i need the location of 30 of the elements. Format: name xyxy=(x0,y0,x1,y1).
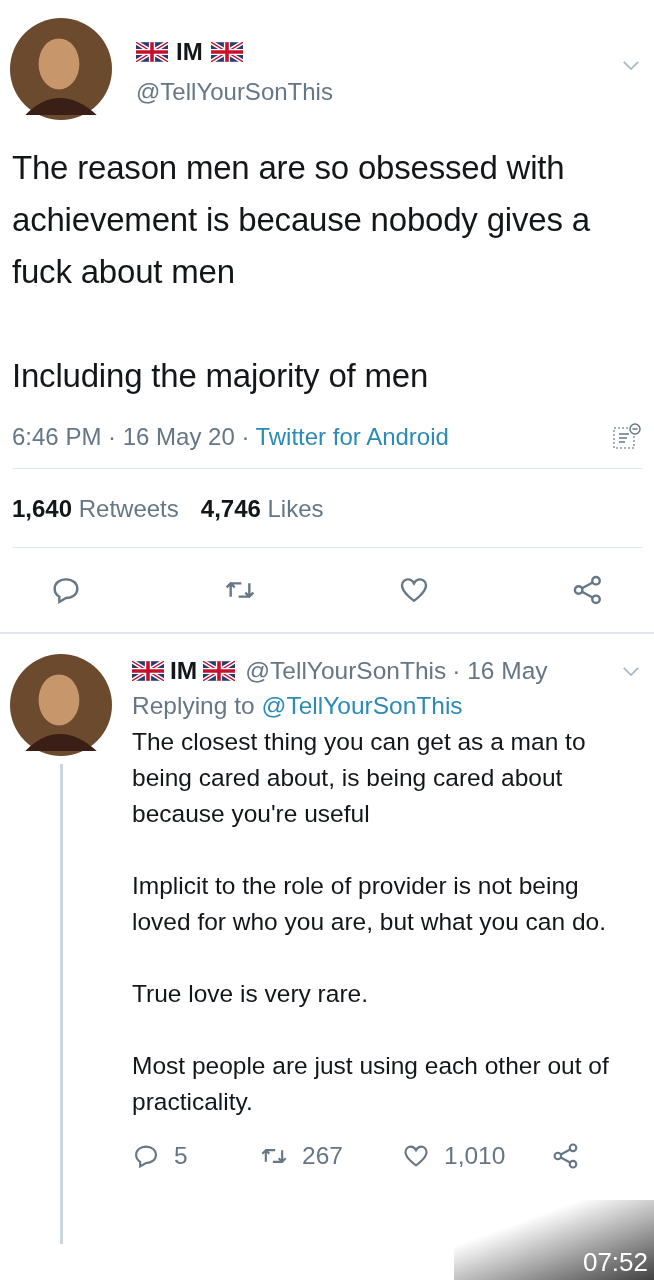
stat-count[interactable]: 4,746 Likes xyxy=(200,495,324,523)
action-count: 1,010 xyxy=(444,1142,506,1170)
action-count: 267 xyxy=(302,1142,343,1170)
user-handle: @TellYourSonThis xyxy=(136,78,333,106)
flag-icon xyxy=(132,661,164,681)
flag-icon xyxy=(136,42,168,62)
flag-icon xyxy=(203,661,236,681)
tweet-text: The reason men are so obsessed with achievement is because nobody gives a fuck about men xyxy=(12,148,591,292)
reply-text: The closest thing you can get as a man to being cared about, is being cared about because you're useful xyxy=(132,727,587,829)
tweet-date: · 16 May xyxy=(452,657,548,685)
display-name: IM xyxy=(176,38,203,66)
replying-label: Replying to xyxy=(132,691,255,721)
action-count: 5 xyxy=(174,1142,188,1170)
mention-link[interactable]: @TellYourSonThis xyxy=(261,688,463,724)
reply-text: Most people are just using each other out of practicality. xyxy=(132,1051,610,1117)
reply-text: Implicit to the role of provider is not being loved for who you are, but what you can do. xyxy=(132,871,607,937)
avatar[interactable] xyxy=(10,654,112,756)
share-icon[interactable] xyxy=(572,574,604,606)
reply-text: True love is very rare. xyxy=(132,979,369,1009)
video-duration: 07:52 xyxy=(454,1200,654,1280)
avatar[interactable] xyxy=(10,18,112,120)
user-handle: @TellYourSonThis xyxy=(245,657,447,685)
display-name: IM xyxy=(170,657,198,685)
tweet-text: Including the majority of men xyxy=(12,356,430,396)
stat-count[interactable]: 1,640 Retweets xyxy=(12,495,179,523)
source-link[interactable]: Twitter for Android xyxy=(255,423,449,451)
translate-icon[interactable] xyxy=(612,422,642,452)
share-icon[interactable] xyxy=(552,1142,580,1170)
timestamp: 6:46 PM · 16 May 20 · xyxy=(12,423,250,451)
flag-icon xyxy=(210,42,243,62)
